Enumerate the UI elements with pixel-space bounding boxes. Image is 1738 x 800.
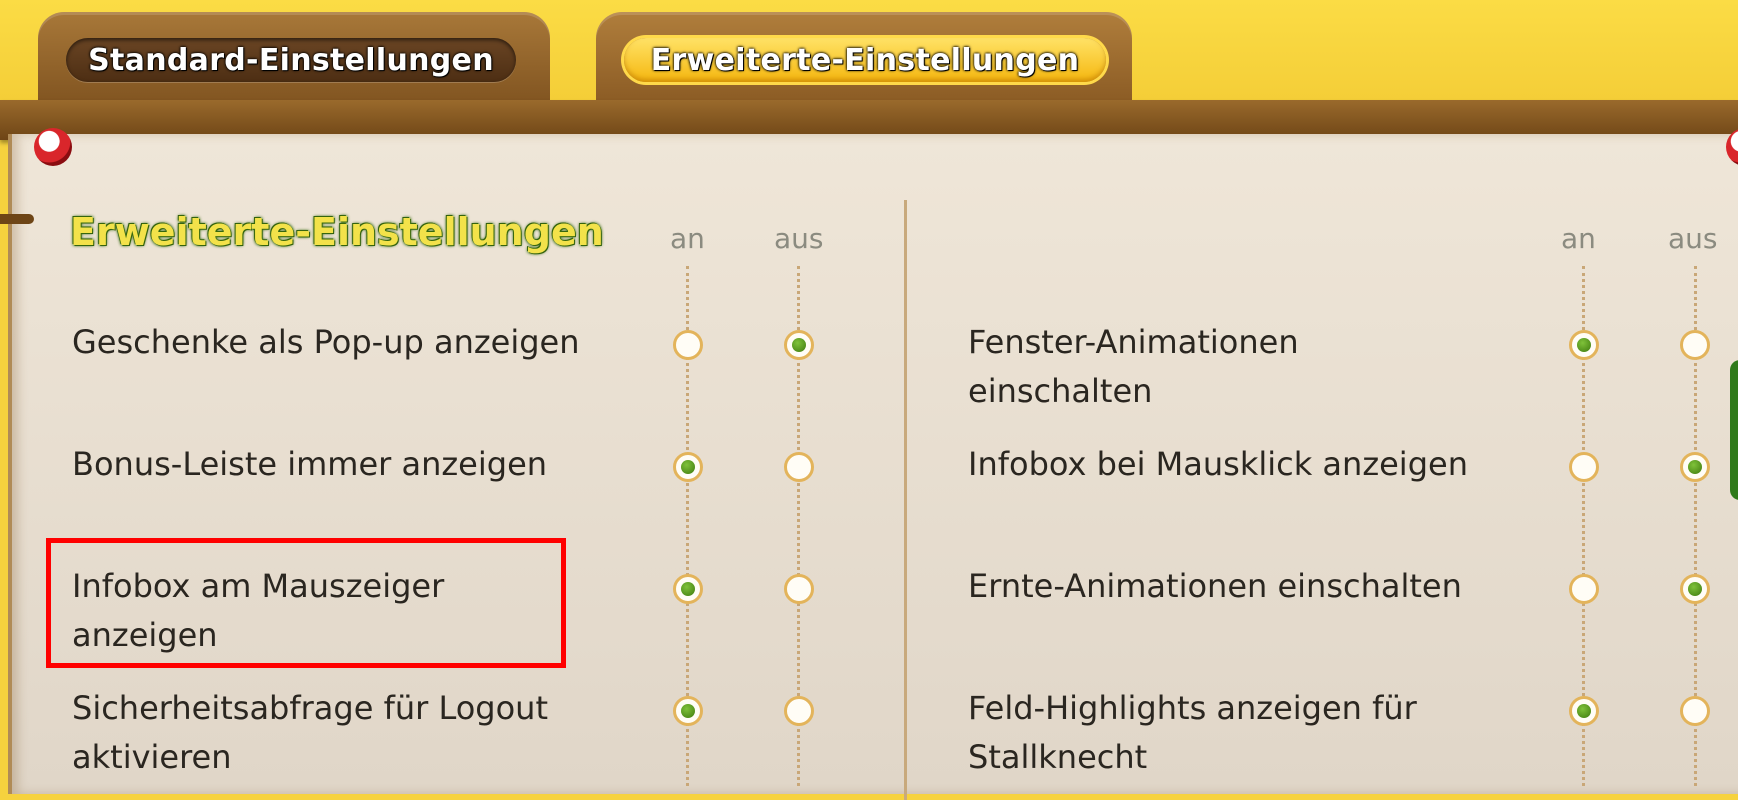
setting-label-logout-confirm: Sicherheitsabfrage für Logout aktivieren	[72, 689, 548, 776]
radio-bonus-bar-on[interactable]	[673, 452, 703, 482]
column-header-on: an	[1561, 222, 1596, 255]
radio-gifts-popup-on[interactable]	[673, 330, 703, 360]
radio-infobox-cursor-on[interactable]	[673, 574, 703, 604]
radio-gifts-popup-off[interactable]	[784, 330, 814, 360]
radio-logout-confirm-off[interactable]	[784, 696, 814, 726]
column-header-on: an	[670, 222, 705, 255]
radio-window-animations-off[interactable]	[1680, 330, 1710, 360]
setting-label-field-highlights: Feld-Highlights anzeigen für Stallknecht	[968, 689, 1417, 776]
column-divider	[904, 200, 907, 800]
tab-standard-settings[interactable]: Standard-Einstellungen	[66, 38, 516, 82]
radio-infobox-click-off[interactable]	[1680, 452, 1710, 482]
radio-field-highlights-on[interactable]	[1569, 696, 1599, 726]
radio-window-animations-on[interactable]	[1569, 330, 1599, 360]
radio-harvest-animations-off[interactable]	[1680, 574, 1710, 604]
green-side-edge	[1730, 360, 1738, 500]
column-header-off: aus	[1668, 222, 1718, 255]
column-header-off: aus	[774, 222, 824, 255]
radio-field-highlights-off[interactable]	[1680, 696, 1710, 726]
radio-bonus-bar-off[interactable]	[784, 452, 814, 482]
radio-infobox-cursor-off[interactable]	[784, 574, 814, 604]
setting-label-harvest-animations: Ernte-Animationen einschalten	[968, 567, 1462, 605]
highlight-box	[46, 538, 566, 668]
setting-label-gifts-popup: Geschenke als Pop-up anzeigen	[72, 323, 580, 361]
radio-harvest-animations-on[interactable]	[1569, 574, 1599, 604]
pushpin-icon	[34, 128, 72, 166]
setting-label-bonus-bar: Bonus-Leiste immer anzeigen	[72, 445, 548, 483]
setting-label-window-animations: Fenster-Animationen einschalten	[968, 323, 1299, 410]
radio-infobox-click-on[interactable]	[1569, 452, 1599, 482]
section-title: Erweiterte-Einstellungen	[70, 210, 604, 254]
setting-label-infobox-click: Infobox bei Mausklick anzeigen	[968, 445, 1468, 483]
radio-logout-confirm-on[interactable]	[673, 696, 703, 726]
wooden-peg	[0, 214, 34, 224]
tab-extended-settings[interactable]: Erweiterte-Einstellungen	[624, 38, 1106, 82]
